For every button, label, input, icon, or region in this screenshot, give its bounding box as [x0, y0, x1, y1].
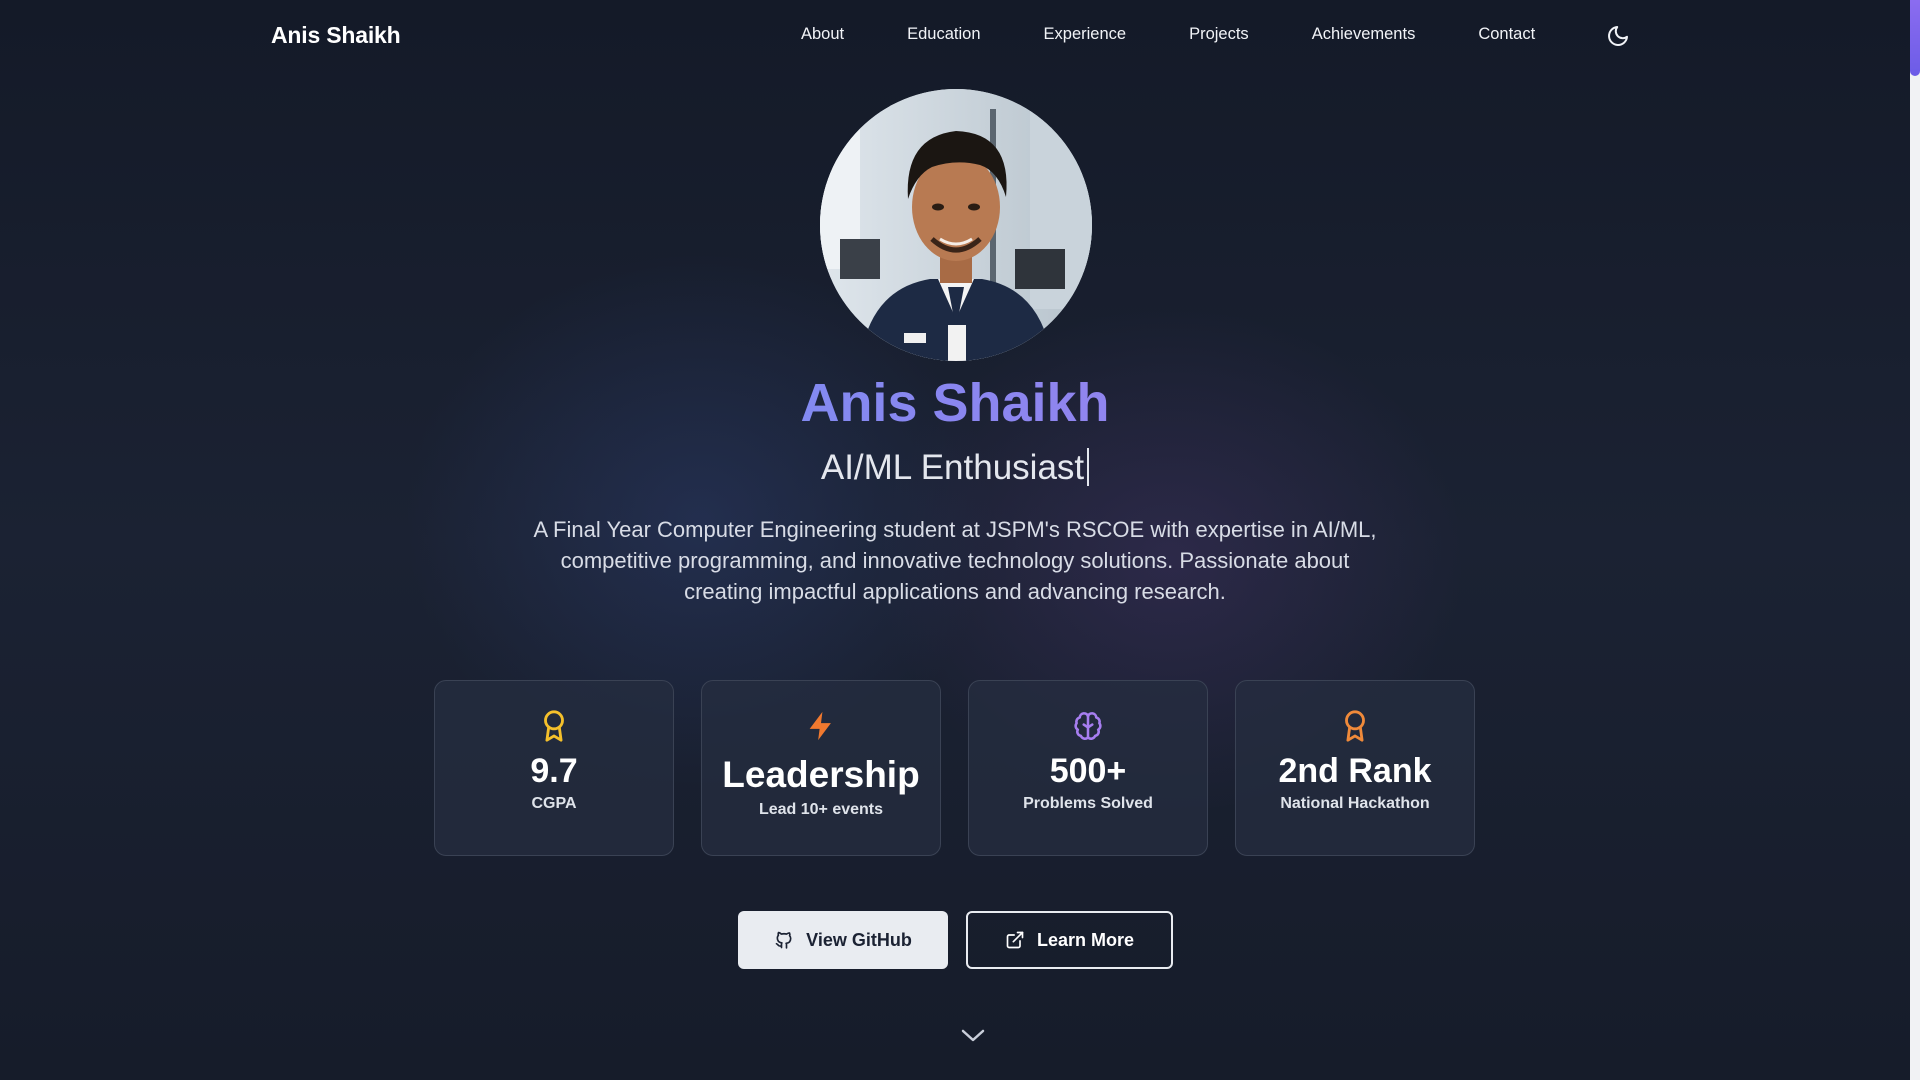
- stat-value: 9.7: [530, 752, 578, 790]
- hero-role-text: AI/ML Enthusiast: [820, 448, 1085, 487]
- brain-icon: [1074, 712, 1102, 740]
- stat-value: 2nd Rank: [1278, 752, 1432, 790]
- stat-value: Leadership: [722, 754, 920, 795]
- stats-row: 9.7 CGPA Leadership Lead 10+ events 500+…: [434, 680, 1475, 856]
- nav-links: About Education Experience Projects Achi…: [801, 25, 1535, 44]
- hero-description: A Final Year Computer Engineering studen…: [533, 517, 1377, 604]
- stat-label: Problems Solved: [1023, 795, 1153, 812]
- profile-photo: [820, 89, 1092, 361]
- chevron-down-icon[interactable]: [960, 1024, 986, 1046]
- github-icon: [775, 931, 792, 949]
- nav-link-contact[interactable]: Contact: [1478, 25, 1535, 44]
- stat-label: CGPA: [531, 795, 577, 812]
- lightning-icon: [809, 711, 831, 741]
- award-icon: [1345, 710, 1365, 742]
- stat-card-hackathon: 2nd Rank National Hackathon: [1235, 680, 1475, 856]
- scrollbar-thumb[interactable]: [1910, 0, 1920, 76]
- award-icon: [544, 710, 564, 742]
- typing-caret: [1087, 448, 1090, 486]
- navbar: Anis Shaikh About Education Experience P…: [0, 0, 1910, 72]
- brand-logo[interactable]: Anis Shaikh: [271, 22, 401, 49]
- hero-name: Anis Shaikh: [0, 372, 1910, 434]
- hero-role: AI/ML Enthusiast: [0, 448, 1910, 488]
- stat-card-problems: 500+ Problems Solved: [968, 680, 1208, 856]
- nav-link-education[interactable]: Education: [907, 25, 980, 44]
- scrollbar[interactable]: [1910, 0, 1920, 1080]
- external-link-icon: [1006, 931, 1024, 949]
- stat-card-leadership: Leadership Lead 10+ events: [701, 680, 941, 856]
- nav-link-projects[interactable]: Projects: [1189, 25, 1249, 44]
- learn-more-label: Learn More: [1036, 929, 1135, 950]
- view-github-label: View GitHub: [806, 929, 912, 950]
- nav-link-achievements[interactable]: Achievements: [1312, 25, 1416, 44]
- nav-link-experience[interactable]: Experience: [1044, 25, 1127, 44]
- learn-more-button[interactable]: Learn More: [966, 911, 1173, 969]
- stat-label: National Hackathon: [1280, 795, 1430, 812]
- stat-card-cgpa: 9.7 CGPA: [434, 680, 674, 856]
- moon-icon[interactable]: [1606, 24, 1630, 48]
- view-github-button[interactable]: View GitHub: [738, 911, 948, 969]
- nav-link-about[interactable]: About: [801, 25, 844, 44]
- stat-value: 500+: [1049, 752, 1127, 790]
- stat-label: Lead 10+ events: [758, 801, 884, 818]
